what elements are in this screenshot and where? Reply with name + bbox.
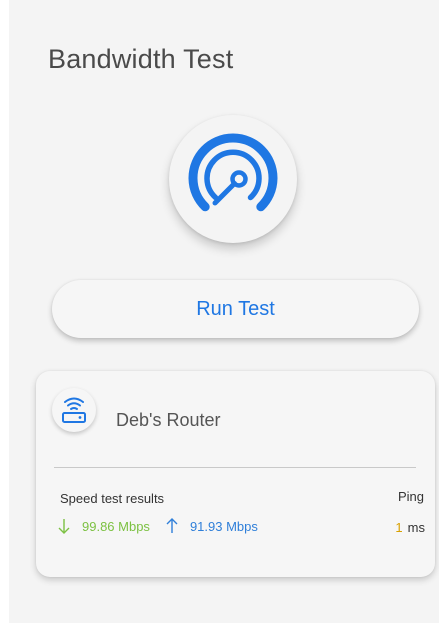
wifi-router-icon — [52, 388, 96, 432]
app-screen: Bandwidth Test Run Test Deb's Router Spe… — [9, 0, 439, 623]
speed-results-heading: Speed test results — [60, 491, 165, 506]
divider — [54, 467, 416, 468]
speed-values-row: 99.86 Mbps 91.93 Mbps — [56, 517, 258, 535]
upload-speed: 91.93 Mbps — [189, 518, 258, 534]
arrow-up-icon — [164, 517, 180, 535]
ping-value-row: 1 ms — [395, 520, 425, 535]
speedometer-icon — [188, 133, 278, 212]
page-title: Bandwidth Test — [48, 44, 234, 74]
ping-label: Ping — [397, 489, 424, 504]
ping-unit: ms — [407, 520, 425, 535]
arrow-down-icon — [56, 517, 72, 535]
download-speed: 99.86 Mbps — [82, 518, 150, 534]
router-name: Deb's Router — [116, 410, 221, 430]
run-test-button[interactable]: Run Test — [52, 280, 419, 338]
ping-value: 1 — [395, 520, 403, 535]
router-card: Deb's Router Speed test results Ping 99.… — [36, 371, 435, 577]
speedometer-badge[interactable] — [169, 115, 297, 243]
